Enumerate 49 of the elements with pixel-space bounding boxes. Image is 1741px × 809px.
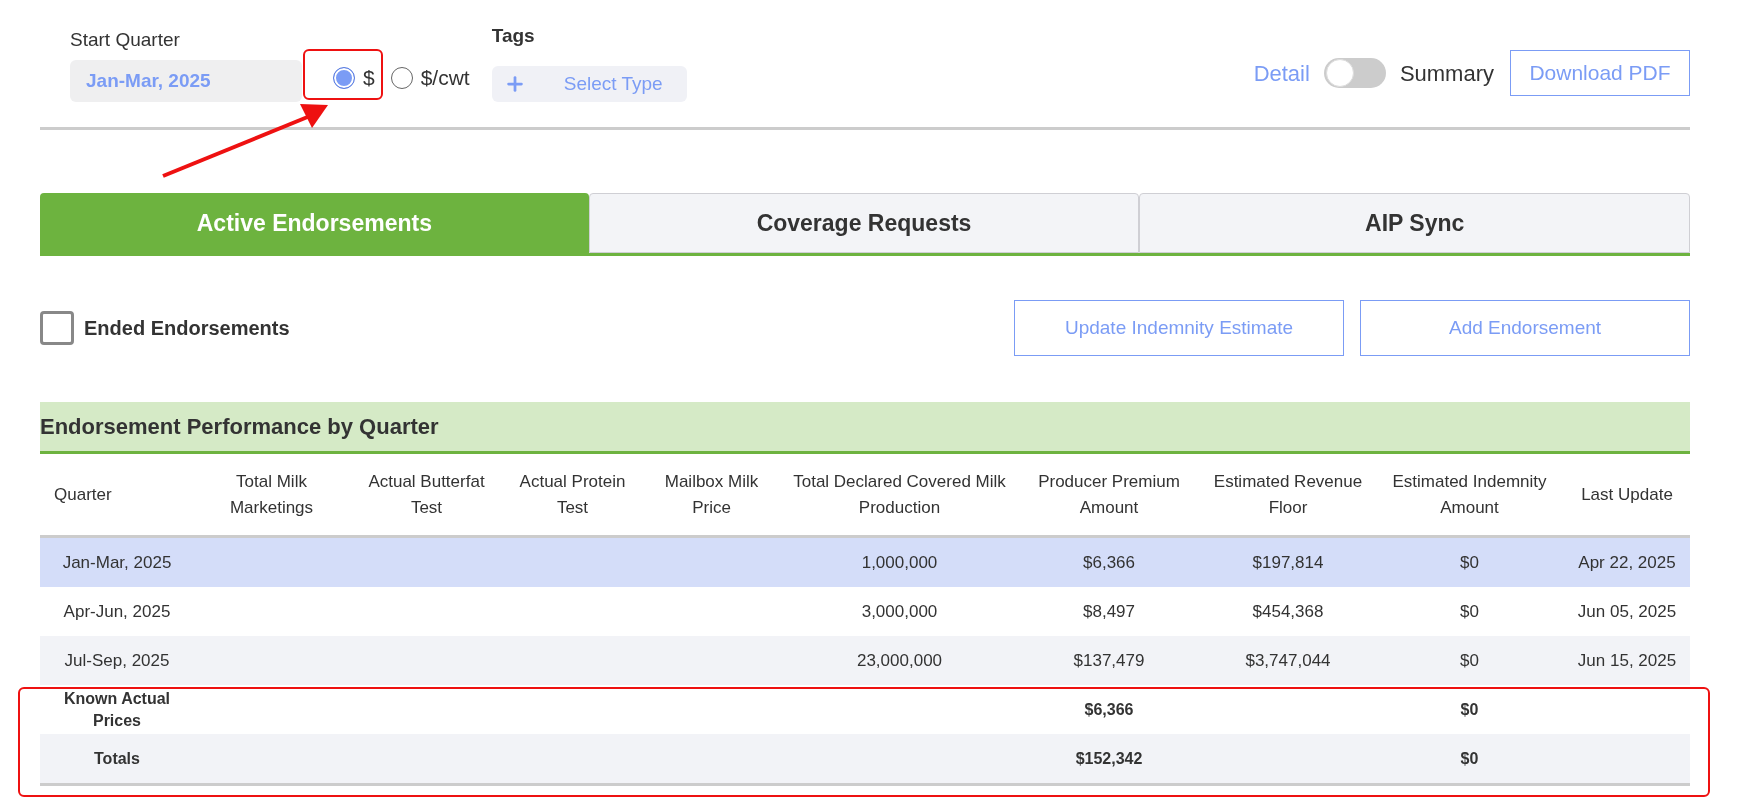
table-cell-text: 3,000,000 (861, 600, 938, 623)
table-cell-text: Known Actual Prices (62, 688, 172, 731)
column-header: Mailbox Milk Price (663, 470, 760, 519)
ended-endorsements-checkbox[interactable] (40, 311, 74, 345)
table-title: Endorsement Performance by Quarter (40, 402, 1690, 454)
column-header: Estimated Indemnity Amount (1391, 470, 1548, 519)
table-cell-text: $6,366 (1083, 551, 1135, 574)
summary-label: Summary (1399, 59, 1494, 88)
tab[interactable]: AIP Sync (1139, 193, 1690, 253)
table-row[interactable]: Totals $152,342 $0 (40, 734, 1690, 783)
table-cell-text: Jan-Mar, 2025 (62, 551, 172, 574)
unit-radio[interactable]: $ (333, 62, 375, 94)
table-cell-text: $0 (1459, 748, 1480, 769)
column-header: Total Milk Marketings (228, 470, 315, 519)
column-header: Actual Butterfat Test (367, 470, 486, 519)
checkbox-label: Ended Endorsements (84, 316, 290, 341)
table-cell-text: Jun 15, 2025 (1577, 649, 1677, 672)
table-cell-text: 1,000,000 (861, 551, 938, 574)
table-cell-text: 23,000,000 (856, 649, 943, 672)
field-label: Start Quarter (70, 28, 181, 52)
table-cell-text: $454,368 (1252, 600, 1324, 623)
table-cell-text: Apr 22, 2025 (1578, 551, 1676, 574)
table-cell-text: Totals (93, 748, 141, 769)
table-row[interactable]: Jan-Mar, 2025 1,000,000 $6,366 $197,814 $0 Apr 22, 2025 (40, 538, 1690, 587)
field-label: Tags (491, 24, 536, 48)
detail-label: Detail (1253, 59, 1310, 88)
table-cell-text: $197,814 (1252, 551, 1324, 574)
view-toggle[interactable] (1323, 58, 1386, 88)
column-header: Actual Protein Test (518, 470, 627, 519)
table-cell-text: $152,342 (1074, 748, 1144, 769)
table-cell-text: $0 (1460, 649, 1479, 672)
table-cell-text: $3,747,044 (1245, 649, 1331, 672)
table-cell-text: Jul-Sep, 2025 (64, 649, 170, 672)
table-cell-text: $8,497 (1083, 600, 1135, 623)
column-header: Quarter (54, 483, 112, 506)
column-header: Total Declared Covered Milk Production (792, 470, 1007, 519)
unit-radio[interactable]: $/cwt (390, 62, 470, 94)
column-header: Producer Premium Amount (1037, 470, 1181, 519)
table-cell-text: Apr-Jun, 2025 (63, 600, 171, 623)
table-cell-text: $6,366 (1083, 699, 1135, 720)
table-cell-text: $0 (1460, 600, 1479, 623)
table-row[interactable]: Jul-Sep, 2025 23,000,000 $137,479 $3,747,044 $0 Jun 15, 2025 (40, 636, 1690, 685)
column-header: Estimated Revenue Floor (1212, 470, 1364, 519)
tab[interactable]: Coverage Requests (588, 193, 1140, 253)
table-cell-text: Jun 05, 2025 (1577, 600, 1677, 623)
table-cell-text: $0 (1459, 699, 1480, 720)
table-cell-text: $137,479 (1073, 649, 1145, 672)
table-cell-text: $0 (1460, 551, 1479, 574)
column-header: Last Update (1581, 483, 1673, 506)
